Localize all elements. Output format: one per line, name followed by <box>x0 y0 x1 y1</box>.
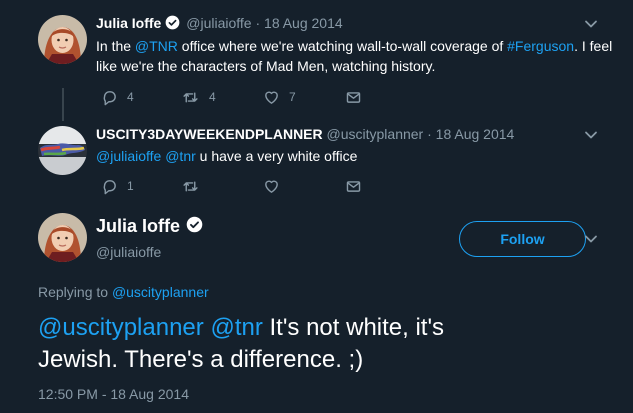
reply-button[interactable]: 4 <box>101 89 181 106</box>
reply-button[interactable]: 1 <box>101 178 181 195</box>
chevron-down-icon[interactable] <box>584 130 598 140</box>
envelope-icon <box>346 91 361 103</box>
mention-link[interactable]: @tnr <box>210 314 262 341</box>
tweet-header: Julia Ioffe @juliaioffe · 18 Aug 2014 <box>96 15 343 33</box>
envelope-icon <box>346 180 361 192</box>
tweet-actions: 1 <box>101 177 362 195</box>
direct-message-button[interactable] <box>345 178 362 195</box>
main-tweet-author: Julia Ioffe @juliaioffe <box>96 216 205 260</box>
chevron-down-icon[interactable] <box>584 19 598 29</box>
retweet-icon <box>183 92 198 102</box>
mention-link[interactable]: @TNR <box>135 38 178 54</box>
tweet-text: @juliaioffe @tnr u have a very white off… <box>96 148 358 164</box>
heart-icon <box>265 91 278 104</box>
tweet-text: In the @TNR office where we're watching … <box>96 38 613 74</box>
separator: · <box>427 126 432 142</box>
display-name[interactable]: Julia Ioffe <box>96 15 161 31</box>
tweet-actions: 4 4 7 <box>101 88 362 106</box>
avatar-image <box>38 213 87 262</box>
replying-prefix: Replying to <box>38 284 112 300</box>
avatar-image <box>38 15 87 64</box>
mention-link[interactable]: @uscityplanner <box>38 314 204 341</box>
mention-link[interactable]: @tnr <box>165 148 196 164</box>
replying-to-link[interactable]: @uscityplanner <box>112 284 209 300</box>
chevron-down-icon[interactable] <box>584 234 598 244</box>
handle[interactable]: @juliaioffe <box>186 15 251 31</box>
heart-icon <box>265 180 278 193</box>
hashtag-link[interactable]: #Ferguson <box>507 38 574 54</box>
like-button[interactable] <box>263 178 345 195</box>
thread-line <box>62 88 64 121</box>
handle[interactable]: @juliaioffe <box>96 244 205 260</box>
avatar-image <box>38 126 87 175</box>
mention-link[interactable]: @juliaioffe <box>96 148 161 164</box>
avatar-julia-ioffe[interactable] <box>38 213 87 262</box>
avatar-uscityplanner[interactable] <box>38 126 87 175</box>
main-tweet-text: @uscityplanner @tnr It's not white, it's… <box>38 314 445 373</box>
tweet-header: USCITY3DAYWEEKENDPLANNER @uscityplanner … <box>96 126 514 142</box>
retweet-button[interactable] <box>181 178 263 195</box>
verified-badge-icon <box>186 216 203 238</box>
follow-button[interactable]: Follow <box>459 221 586 257</box>
direct-message-button[interactable] <box>345 89 362 106</box>
tweet-date[interactable]: 18 Aug 2014 <box>436 126 515 142</box>
separator: · <box>255 15 261 31</box>
retweet-icon <box>183 181 198 191</box>
like-button[interactable]: 7 <box>263 89 345 106</box>
tweet-date[interactable]: 18 Aug 2014 <box>264 15 343 31</box>
reply-count: 4 <box>127 90 134 104</box>
main-author-row: Julia Ioffe <box>96 216 205 238</box>
like-count: 7 <box>289 90 296 104</box>
display-name[interactable]: Julia Ioffe <box>96 216 180 236</box>
avatar-julia-ioffe[interactable] <box>38 15 87 64</box>
tweet-timestamp[interactable]: 12:50 PM - 18 Aug 2014 <box>38 386 189 402</box>
retweet-button[interactable]: 4 <box>181 89 263 106</box>
verified-badge-icon <box>165 15 180 33</box>
display-name[interactable]: USCITY3DAYWEEKENDPLANNER <box>96 126 323 142</box>
reply-icon <box>103 90 116 105</box>
replying-to: Replying to @uscityplanner <box>38 284 209 300</box>
reply-icon <box>103 179 116 194</box>
retweet-count: 4 <box>209 90 216 104</box>
handle[interactable]: @uscityplanner <box>327 126 424 142</box>
reply-count: 1 <box>127 179 134 193</box>
